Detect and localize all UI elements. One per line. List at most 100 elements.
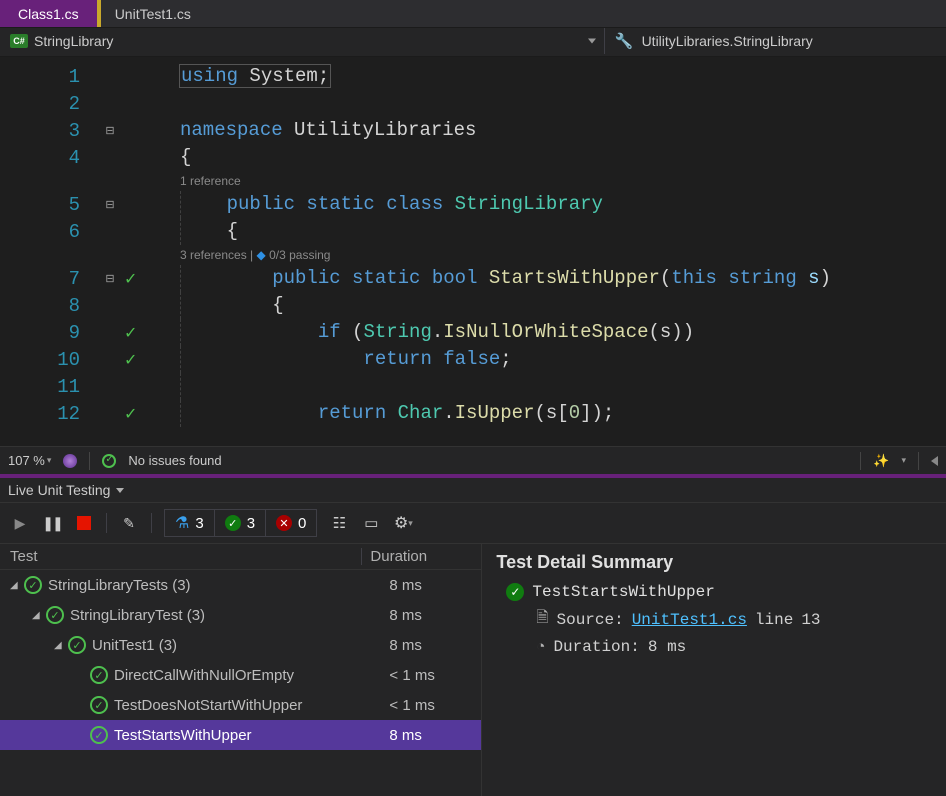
test-name: UnitTest1 (3) bbox=[92, 637, 371, 654]
lut-toolbar: ▶ ❚❚ ✎ ⚗3 ✓3 ✕0 ☷ ▭ ⚙ ▾ bbox=[0, 502, 946, 544]
line-number: 1 bbox=[0, 66, 100, 88]
pass-icon: ✓ bbox=[90, 696, 108, 714]
group-by-button[interactable]: ☷ bbox=[329, 513, 349, 533]
test-tree: Test Duration ◢✓StringLibraryTests (3)8 … bbox=[0, 544, 482, 796]
pass-icon: ✓ bbox=[24, 576, 42, 594]
line-number: 9 bbox=[0, 322, 100, 344]
live-unit-testing-panel: Live Unit Testing ▶ ❚❚ ✎ ⚗3 ✓3 ✕0 ☷ ▭ ⚙ … bbox=[0, 478, 946, 796]
document-tabs: Class1.cs UnitTest1.cs bbox=[0, 0, 946, 28]
test-row[interactable]: ✓ TestDoesNotStartWithUpper< 1 ms bbox=[0, 690, 481, 720]
type-nav-bar: C# StringLibrary 🔧 UtilityLibraries.Stri… bbox=[0, 28, 946, 56]
test-row[interactable]: ◢ ✓ StringLibraryTest (3)8 ms bbox=[0, 600, 481, 630]
intellicode-icon[interactable] bbox=[63, 454, 77, 468]
test-counts: ⚗3 ✓3 ✕0 bbox=[164, 509, 317, 537]
test-name: DirectCallWithNullOrEmpty bbox=[114, 667, 371, 684]
test-duration: 8 ms bbox=[371, 607, 481, 624]
line-number: 8 bbox=[0, 295, 100, 317]
scroll-left-icon[interactable] bbox=[931, 456, 938, 466]
document-icon: 🗎 bbox=[536, 607, 548, 632]
detail-test-name: TestStartsWithUpper bbox=[532, 583, 714, 601]
col-duration[interactable]: Duration bbox=[361, 548, 471, 565]
chevron-down-icon bbox=[588, 39, 596, 44]
fold-toggle[interactable]: ⊟ bbox=[100, 124, 120, 137]
expand-icon[interactable]: ◢ bbox=[54, 640, 64, 651]
line-number: 2 bbox=[0, 93, 100, 115]
line-number: 10 bbox=[0, 349, 100, 371]
col-test[interactable]: Test bbox=[10, 548, 361, 565]
source-label: Source: bbox=[556, 611, 623, 629]
line-number: 5 bbox=[0, 194, 100, 216]
test-name: TestStartsWithUpper bbox=[114, 727, 371, 744]
play-button[interactable]: ▶ bbox=[10, 513, 30, 533]
issues-label: No issues found bbox=[128, 453, 221, 468]
test-row[interactable]: ✓ TestStartsWithUpper8 ms bbox=[0, 720, 481, 750]
test-duration: < 1 ms bbox=[371, 667, 481, 684]
passed-tests[interactable]: ✓3 bbox=[215, 510, 266, 536]
test-pass-icon: ✓ bbox=[120, 350, 137, 370]
tab-class1[interactable]: Class1.cs bbox=[0, 0, 97, 27]
type-dropdown[interactable]: 🔧 UtilityLibraries.StringLibrary bbox=[605, 28, 946, 54]
fold-toggle[interactable]: ⊟ bbox=[100, 198, 120, 211]
total-tests[interactable]: ⚗3 bbox=[165, 510, 215, 536]
tab-unittest1[interactable]: UnitTest1.cs bbox=[97, 0, 209, 27]
test-row[interactable]: ✓ DirectCallWithNullOrEmpty< 1 ms bbox=[0, 660, 481, 690]
test-name: StringLibraryTest (3) bbox=[70, 607, 371, 624]
line-number: 13 bbox=[801, 611, 820, 629]
layout-button[interactable]: ▭ bbox=[361, 513, 381, 533]
duration-label: Duration: bbox=[553, 638, 639, 656]
code-area[interactable]: using System; namespace UtilityLibraries… bbox=[180, 57, 946, 446]
flask-icon: ⚗ bbox=[175, 513, 189, 533]
duration-value: 8 ms bbox=[648, 638, 686, 656]
source-link[interactable]: UnitTest1.cs bbox=[632, 611, 747, 629]
pass-icon: ✓ bbox=[225, 515, 241, 531]
settings-button[interactable]: ⚙ ▾ bbox=[393, 513, 413, 533]
code-editor[interactable]: 1 2 3⊟ 4 5⊟ 6 7⊟✓ 8 9✓ 10✓ 11 12✓ using … bbox=[0, 56, 946, 446]
tree-header: Test Duration bbox=[0, 544, 481, 570]
test-duration: 8 ms bbox=[371, 727, 481, 744]
test-duration: 8 ms bbox=[371, 577, 481, 594]
chevron-down-icon bbox=[116, 488, 124, 493]
test-name: StringLibraryTests (3) bbox=[48, 577, 371, 594]
line-number: 3 bbox=[0, 120, 100, 142]
no-issues-icon bbox=[102, 454, 116, 468]
panel-title[interactable]: Live Unit Testing bbox=[0, 478, 946, 502]
edit-playlist-button[interactable]: ✎ bbox=[119, 513, 139, 533]
test-duration: 8 ms bbox=[371, 637, 481, 654]
editor-gutter: 1 2 3⊟ 4 5⊟ 6 7⊟✓ 8 9✓ 10✓ 11 12✓ bbox=[0, 57, 180, 446]
cleanup-icon[interactable]: ✨ bbox=[873, 453, 889, 469]
line-number: 12 bbox=[0, 403, 100, 425]
pass-icon: ✓ bbox=[90, 726, 108, 744]
detail-title: Test Detail Summary bbox=[496, 552, 932, 573]
test-duration: < 1 ms bbox=[371, 697, 481, 714]
expand-icon[interactable]: ◢ bbox=[10, 580, 20, 591]
failed-tests[interactable]: ✕0 bbox=[266, 510, 316, 536]
pause-button[interactable]: ❚❚ bbox=[42, 513, 62, 533]
line-number: 7 bbox=[0, 268, 100, 290]
line-number: 4 bbox=[0, 147, 100, 169]
test-pass-icon: ✓ bbox=[120, 404, 137, 424]
project-dropdown[interactable]: C# StringLibrary bbox=[0, 28, 605, 54]
pass-icon: ✓ bbox=[90, 666, 108, 684]
test-pass-icon: ✓ bbox=[120, 269, 137, 289]
wrench-icon: 🔧 bbox=[615, 32, 634, 50]
codelens-method[interactable]: 3 references | ◆ 0/3 passing bbox=[180, 245, 946, 265]
codelens-class[interactable]: 1 reference bbox=[180, 171, 946, 191]
fail-icon: ✕ bbox=[276, 515, 292, 531]
expand-icon[interactable]: ◢ bbox=[32, 610, 42, 621]
pass-icon: ✓ bbox=[68, 636, 86, 654]
csharp-icon: C# bbox=[10, 34, 28, 48]
clock-icon: ◔ bbox=[536, 639, 545, 656]
zoom-level[interactable]: 107 % ▾ bbox=[8, 453, 51, 468]
line-label: line bbox=[755, 611, 793, 629]
test-row[interactable]: ◢ ✓ StringLibraryTests (3)8 ms bbox=[0, 570, 481, 600]
line-number: 11 bbox=[0, 376, 100, 398]
pass-icon: ✓ bbox=[46, 606, 64, 624]
test-pass-icon: ✓ bbox=[120, 323, 137, 343]
test-row[interactable]: ◢ ✓ UnitTest1 (3)8 ms bbox=[0, 630, 481, 660]
test-name: TestDoesNotStartWithUpper bbox=[114, 697, 371, 714]
type-label: UtilityLibraries.StringLibrary bbox=[642, 33, 813, 49]
test-detail-summary: Test Detail Summary ✓ TestStartsWithUppe… bbox=[482, 544, 946, 796]
fold-toggle[interactable]: ⊟ bbox=[100, 272, 120, 285]
line-number: 6 bbox=[0, 221, 100, 243]
stop-button[interactable] bbox=[74, 513, 94, 533]
